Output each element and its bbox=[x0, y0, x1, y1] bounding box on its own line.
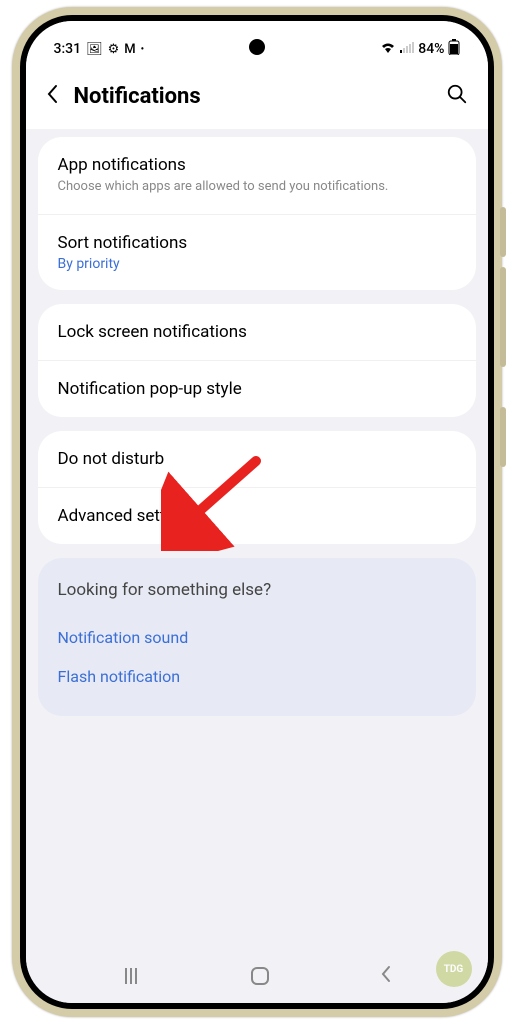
watermark-badge: TDG bbox=[436, 951, 472, 987]
mail-icon: M bbox=[124, 42, 135, 57]
notification-popup-style-item[interactable]: Notification pop-up style bbox=[38, 361, 476, 417]
nav-back-button[interactable] bbox=[380, 965, 392, 987]
power-button bbox=[500, 407, 506, 467]
recent-apps-button[interactable] bbox=[121, 968, 141, 984]
item-title: Lock screen notifications bbox=[58, 322, 456, 342]
image-icon: 🖼 bbox=[86, 42, 103, 57]
item-sublink: By priority bbox=[58, 256, 456, 272]
item-title: Notification pop-up style bbox=[58, 379, 456, 399]
item-title: Advanced settings bbox=[58, 506, 456, 526]
wifi-icon bbox=[380, 41, 396, 57]
lock-screen-notifications-item[interactable]: Lock screen notifications bbox=[38, 304, 476, 361]
do-not-disturb-item[interactable]: Do not disturb bbox=[38, 431, 476, 488]
app-notifications-item[interactable]: App notifications Choose which apps are … bbox=[38, 137, 476, 215]
advanced-settings-item[interactable]: Advanced settings bbox=[38, 488, 476, 544]
section: Do not disturb Advanced settings bbox=[38, 431, 476, 544]
section: App notifications Choose which apps are … bbox=[38, 137, 476, 290]
battery-text: 84% bbox=[418, 41, 444, 57]
signal-icon bbox=[399, 41, 415, 57]
item-title: Sort notifications bbox=[58, 233, 456, 253]
more-icon: • bbox=[141, 44, 145, 55]
volume-down-button bbox=[500, 267, 506, 367]
page-title: Notifications bbox=[74, 84, 430, 109]
flash-notification-link[interactable]: Flash notification bbox=[58, 657, 456, 696]
item-subtitle: Choose which apps are allowed to send yo… bbox=[58, 178, 456, 196]
back-icon[interactable] bbox=[46, 84, 58, 108]
content: App notifications Choose which apps are … bbox=[26, 129, 488, 955]
header: Notifications bbox=[26, 65, 488, 129]
item-title: App notifications bbox=[58, 155, 456, 175]
phone-frame: 3:31 🖼 ⚙ M • 84% bbox=[12, 7, 502, 1017]
clock: 3:31 bbox=[54, 41, 82, 57]
section: Lock screen notifications Notification p… bbox=[38, 304, 476, 417]
front-camera bbox=[249, 39, 265, 55]
help-title: Looking for something else? bbox=[58, 580, 456, 600]
sort-notifications-item[interactable]: Sort notifications By priority bbox=[38, 215, 476, 290]
home-button[interactable] bbox=[251, 967, 269, 985]
notification-sound-link[interactable]: Notification sound bbox=[58, 618, 456, 657]
volume-up-button bbox=[500, 207, 506, 257]
help-section: Looking for something else? Notification… bbox=[38, 558, 476, 716]
nav-bar bbox=[26, 955, 488, 1003]
gear-icon: ⚙ bbox=[108, 42, 120, 57]
battery-icon bbox=[448, 39, 460, 59]
search-icon[interactable] bbox=[446, 83, 468, 109]
item-title: Do not disturb bbox=[58, 449, 456, 469]
